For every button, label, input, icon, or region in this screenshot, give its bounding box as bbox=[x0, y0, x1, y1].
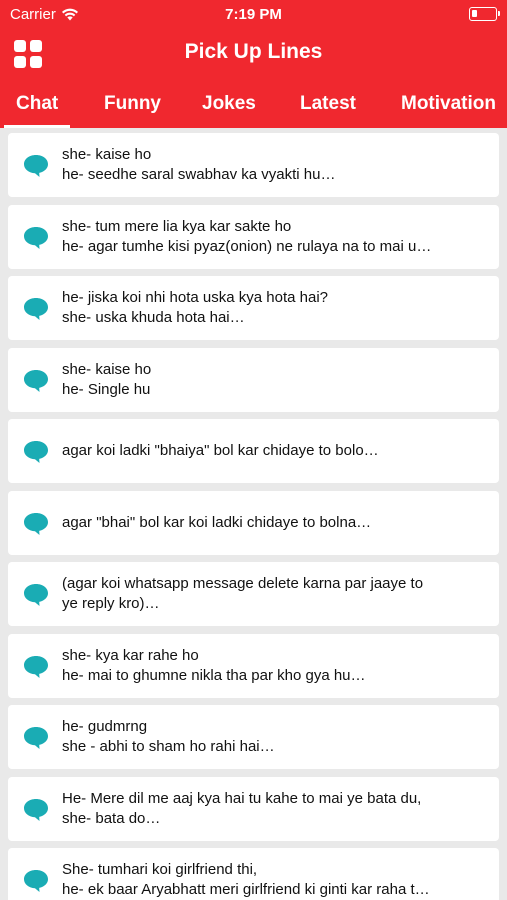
list-item-text: she- kaise ho he- seedhe saral swabhav ka… bbox=[62, 145, 487, 185]
list-item-line-1: he- jiska koi nhi hota uska kya hota hai… bbox=[62, 289, 328, 306]
list-item-text: She- tumhari koi girlfriend thi, he- ek b… bbox=[62, 860, 487, 900]
list-item[interactable]: She- tumhari koi girlfriend thi, he- ek b… bbox=[8, 848, 499, 900]
list-item-line-1: agar koi ladki "bhaiya" bol kar chidaye … bbox=[62, 442, 379, 459]
list-item-line-2: she- uska khuda hota hai… bbox=[62, 309, 245, 326]
list-item-line-1: she- kya kar rahe ho bbox=[62, 646, 199, 664]
list-item[interactable]: agar "bhai" bol kar koi ladki chidaye to… bbox=[8, 490, 499, 555]
tab-jokes[interactable]: Jokes bbox=[202, 88, 256, 128]
list-item-line-2: he- agar tumhe kisi pyaz(onion) ne rulay… bbox=[62, 237, 432, 255]
list-item-text: she- kaise ho he- Single hu bbox=[62, 360, 487, 400]
list-item-line-1: he- gudmrng bbox=[62, 718, 148, 735]
list-item-line-2: he- ek baar Aryabhatt meri girlfriend ki… bbox=[62, 881, 430, 898]
app-header: Carrier 7:19 PM Pick Up Lines Chat Funny… bbox=[0, 0, 507, 128]
list-item-line-2: he- Single hu bbox=[62, 380, 151, 398]
list-item-line-2: he- mai to ghumne nikla tha par kho gya … bbox=[62, 666, 366, 684]
page-title: Pick Up Lines bbox=[184, 40, 323, 63]
list-item[interactable]: (agar koi whatsapp message delete karna … bbox=[8, 562, 499, 626]
list-item-text: agar "bhai" bol kar koi ladki chidaye to… bbox=[62, 513, 487, 533]
list-item[interactable]: he- jiska koi nhi hota uska kya hota hai… bbox=[8, 276, 499, 340]
chat-bubble-icon bbox=[24, 226, 48, 249]
list-item-line-2: she- bata do… bbox=[62, 809, 161, 827]
list-item[interactable]: He- Mere dil me aaj kya hai tu kahe to m… bbox=[8, 776, 499, 841]
list-item-line-1: she- tum mere lia kya kar sakte ho bbox=[62, 217, 292, 235]
status-time: 7:19 PM bbox=[225, 6, 282, 23]
list-item[interactable]: she- tum mere lia kya kar sakte ho he- ag… bbox=[8, 204, 499, 269]
chat-bubble-icon bbox=[24, 441, 48, 463]
chat-bubble-icon bbox=[24, 298, 48, 320]
tab-funny[interactable]: Funny bbox=[104, 88, 161, 128]
list-item-line-1: He- Mere dil me aaj kya hai tu kahe to m… bbox=[62, 789, 422, 807]
list-item-text: he- gudmrng she - abhi to sham ho rahi ha… bbox=[62, 717, 487, 757]
list-item-line-2: ye reply kro)… bbox=[62, 595, 160, 612]
list-item-text: he- jiska koi nhi hota uska kya hota hai… bbox=[62, 288, 487, 328]
chat-bubble-icon bbox=[24, 655, 48, 678]
list-item-line-1: She- tumhari koi girlfriend thi, bbox=[62, 861, 258, 878]
chat-bubble-icon bbox=[24, 369, 48, 392]
list-item-text: she- tum mere lia kya kar sakte ho he- ag… bbox=[62, 217, 487, 257]
list-item-line-2: she - abhi to sham ho rahi hai… bbox=[62, 738, 275, 755]
list-item-text: He- Mere dil me aaj kya hai tu kahe to m… bbox=[62, 789, 487, 829]
list-item[interactable]: she- kya kar rahe ho he- mai to ghumne ni… bbox=[8, 633, 499, 698]
list-item-line-2: he- seedhe saral swabhav ka vyakti hu… bbox=[62, 166, 336, 183]
battery-icon bbox=[469, 7, 500, 21]
tab-motivation[interactable]: Motivation bbox=[401, 88, 496, 128]
chat-bubble-icon bbox=[24, 155, 48, 177]
chat-bubble-icon bbox=[24, 512, 48, 535]
list-item-line-1: (agar koi whatsapp message delete karna … bbox=[62, 575, 424, 592]
list-item[interactable]: she- kaise ho he- seedhe saral swabhav ka… bbox=[8, 133, 499, 197]
chat-bubble-icon bbox=[24, 870, 48, 892]
list-item-text: (agar koi whatsapp message delete karna … bbox=[62, 574, 487, 614]
list-item-line-1: she- kaise ho bbox=[62, 360, 152, 378]
list-item-text: she- kya kar rahe ho he- mai to ghumne ni… bbox=[62, 646, 487, 686]
chat-bubble-icon bbox=[24, 584, 48, 606]
tab-chat[interactable]: Chat bbox=[3, 88, 71, 128]
list-item-line-1: she- kaise ho bbox=[62, 146, 152, 163]
list-item[interactable]: she- kaise ho he- Single hu bbox=[8, 347, 499, 412]
list-item[interactable]: he- gudmrng she - abhi to sham ho rahi ha… bbox=[8, 705, 499, 769]
tab-bar: Chat Funny Jokes Latest Motivation bbox=[0, 88, 507, 128]
tab-latest[interactable]: Latest bbox=[300, 88, 356, 128]
chat-bubble-icon bbox=[24, 727, 48, 749]
list-item[interactable]: agar koi ladki "bhaiya" bol kar chidaye … bbox=[8, 419, 499, 483]
status-bar: Carrier 7:19 PM bbox=[0, 0, 507, 30]
chat-bubble-icon bbox=[24, 798, 48, 821]
list-item-text: agar koi ladki "bhaiya" bol kar chidaye … bbox=[62, 441, 487, 461]
list-item-line-1: agar "bhai" bol kar koi ladki chidaye to… bbox=[62, 513, 372, 531]
